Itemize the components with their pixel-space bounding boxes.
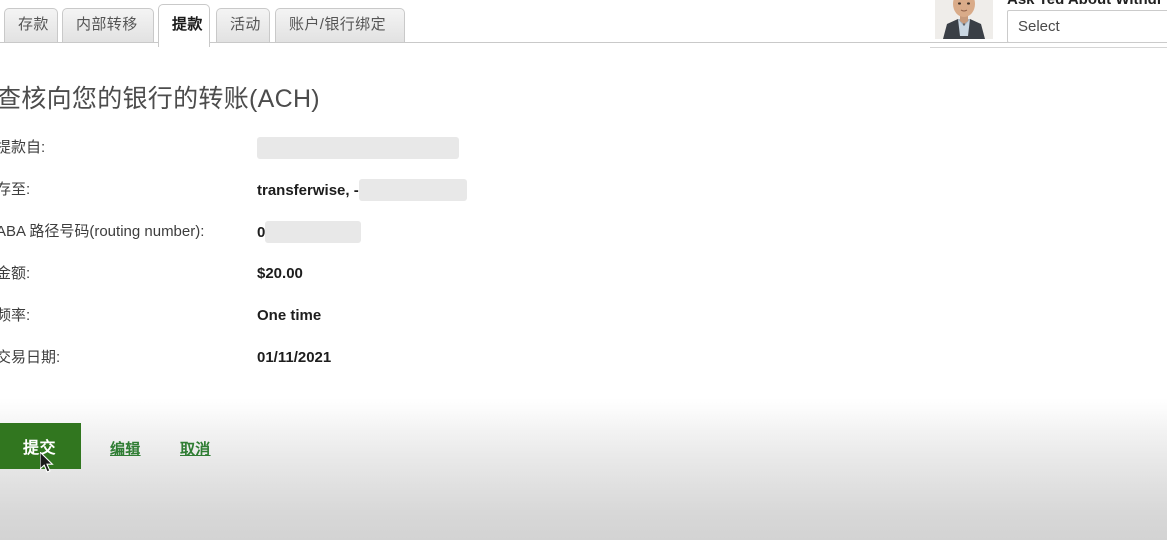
cancel-link[interactable]: 取消 <box>180 438 211 459</box>
summary-row: 交易日期: 01/11/2021 <box>0 348 640 390</box>
tab-internal-transfer[interactable]: 内部转移 <box>62 8 154 42</box>
avatar <box>935 0 993 39</box>
redacted-value <box>265 221 362 243</box>
avatar-photo-icon <box>935 0 993 39</box>
summary-row-value: $20.00 <box>257 264 303 284</box>
summary-row: 金额: $20.00 <box>0 264 640 306</box>
summary-row-value: transferwise, - <box>257 179 467 202</box>
tab-account-bank-link-label: 账户/银行绑定 <box>289 16 386 33</box>
summary-row: 提款自: <box>0 137 640 180</box>
redacted-value <box>257 137 459 159</box>
tab-withdrawal-label: 提款 <box>172 16 203 33</box>
summary-row: 存至: transferwise, - <box>0 179 640 222</box>
summary-row-label: ABA 路径号码(routing number): <box>0 223 205 240</box>
transfer-summary-list: 提款自: 存至: transferwise, - ABA 路径号码(routing n… <box>0 137 640 390</box>
summary-row-value-text: transferwise, - <box>257 181 359 199</box>
tab-account-bank-link[interactable]: 账户/银行绑定 <box>275 8 405 42</box>
summary-row-value-text: $20.00 <box>257 265 303 282</box>
tab-activity-label: 活动 <box>230 16 261 33</box>
summary-row-value <box>257 137 459 160</box>
submit-button[interactable]: 提交 <box>0 423 81 469</box>
summary-row-value: 0 <box>257 221 362 244</box>
tab-deposit[interactable]: 存款 <box>4 8 58 42</box>
summary-row-value-text: 01/11/2021 <box>257 349 332 366</box>
tab-deposit-label: 存款 <box>18 16 49 33</box>
summary-row-label: 提款自: <box>0 139 46 156</box>
summary-row-label: 金额: <box>0 265 31 282</box>
tab-internal-transfer-label: 内部转移 <box>76 16 138 33</box>
summary-row: ABA 路径号码(routing number): 0 <box>0 221 640 264</box>
summary-row-value-text: One time <box>257 307 322 324</box>
tab-activity[interactable]: 活动 <box>216 8 270 42</box>
page-title: 查核向您的银行的转账(ACH) <box>0 85 320 113</box>
summary-row-value: 01/11/2021 <box>257 348 331 368</box>
withdrawal-review-page: 存款 内部转移 提款 活动 账户/银行绑定 查核向您的银行的转账(ACH) 提款… <box>0 0 1167 540</box>
summary-row-label: 存至: <box>0 181 31 198</box>
summary-row-label: 频率: <box>0 307 31 324</box>
ask-ted-widget: Ask Ted About Withdr <box>935 0 1167 48</box>
summary-row-value: One time <box>257 306 321 326</box>
ask-ted-select[interactable]: Select <box>1007 10 1167 43</box>
ask-ted-title: Ask Ted About Withdr <box>1007 0 1167 8</box>
tab-withdrawal[interactable]: 提款 <box>158 4 210 47</box>
summary-row-label: 交易日期: <box>0 349 61 366</box>
summary-row-value-text: 0 <box>257 223 266 241</box>
redacted-value <box>358 179 467 201</box>
summary-row: 频率: One time <box>0 306 640 348</box>
edit-link[interactable]: 编辑 <box>110 438 141 459</box>
